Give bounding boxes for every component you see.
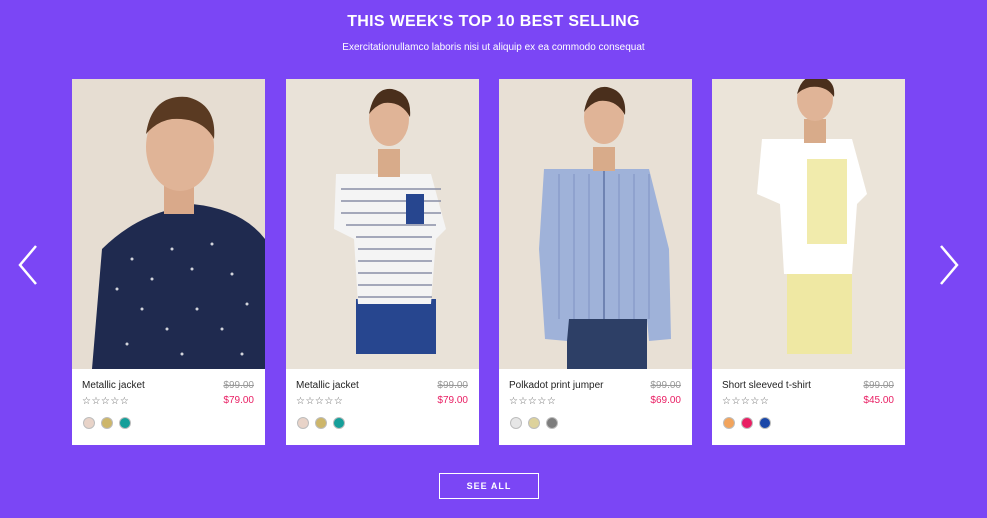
color-swatch[interactable] [546, 417, 558, 429]
chevron-left-icon [18, 245, 37, 285]
product-card[interactable]: Metallic jacket $99.00 $79.00 ☆☆☆☆☆ [72, 79, 265, 445]
color-swatch[interactable] [723, 417, 735, 429]
product-old-price: $99.00 [437, 380, 468, 391]
color-swatch[interactable] [528, 417, 540, 429]
product-old-price: $99.00 [223, 380, 254, 391]
see-all-button[interactable]: SEE ALL [439, 473, 539, 499]
carousel-next-button[interactable] [933, 240, 963, 290]
product-image[interactable] [712, 79, 905, 369]
color-swatch[interactable] [101, 417, 113, 429]
product-image[interactable] [72, 79, 265, 369]
product-card[interactable]: Metallic jacket $99.00 $79.00 ☆☆☆☆☆ [286, 79, 479, 445]
color-swatches [83, 417, 131, 429]
color-swatch[interactable] [759, 417, 771, 429]
color-swatches [510, 417, 558, 429]
section-subtitle: Exercitationullamco laboris nisi ut aliq… [342, 42, 645, 53]
product-name[interactable]: Polkadot print jumper [509, 380, 604, 391]
color-swatch[interactable] [297, 417, 309, 429]
rating-stars-icon: ☆☆☆☆☆ [82, 396, 130, 407]
product-name[interactable]: Metallic jacket [82, 380, 145, 391]
product-old-price: $99.00 [863, 380, 894, 391]
color-swatch[interactable] [510, 417, 522, 429]
product-old-price: $99.00 [650, 380, 681, 391]
rating-stars-icon: ☆☆☆☆☆ [722, 396, 770, 407]
color-swatch[interactable] [741, 417, 753, 429]
color-swatches [297, 417, 345, 429]
color-swatch[interactable] [119, 417, 131, 429]
product-price: $79.00 [437, 395, 468, 406]
product-card[interactable]: Polkadot print jumper $99.00 $69.00 ☆☆☆☆… [499, 79, 692, 445]
product-name[interactable]: Metallic jacket [296, 380, 359, 391]
color-swatch[interactable] [333, 417, 345, 429]
product-price: $45.00 [863, 395, 894, 406]
product-image[interactable] [286, 79, 479, 369]
color-swatches [723, 417, 771, 429]
product-image[interactable] [499, 79, 692, 369]
product-card[interactable]: Short sleeved t-shirt $99.00 $45.00 ☆☆☆☆… [712, 79, 905, 445]
product-name[interactable]: Short sleeved t-shirt [722, 380, 811, 391]
rating-stars-icon: ☆☆☆☆☆ [509, 396, 557, 407]
product-price: $79.00 [223, 395, 254, 406]
section-title: THIS WEEK'S TOP 10 BEST SELLING [347, 13, 640, 30]
product-price: $69.00 [650, 395, 681, 406]
chevron-right-icon [940, 245, 959, 285]
carousel-prev-button[interactable] [14, 240, 44, 290]
color-swatch[interactable] [315, 417, 327, 429]
rating-stars-icon: ☆☆☆☆☆ [296, 396, 344, 407]
color-swatch[interactable] [83, 417, 95, 429]
